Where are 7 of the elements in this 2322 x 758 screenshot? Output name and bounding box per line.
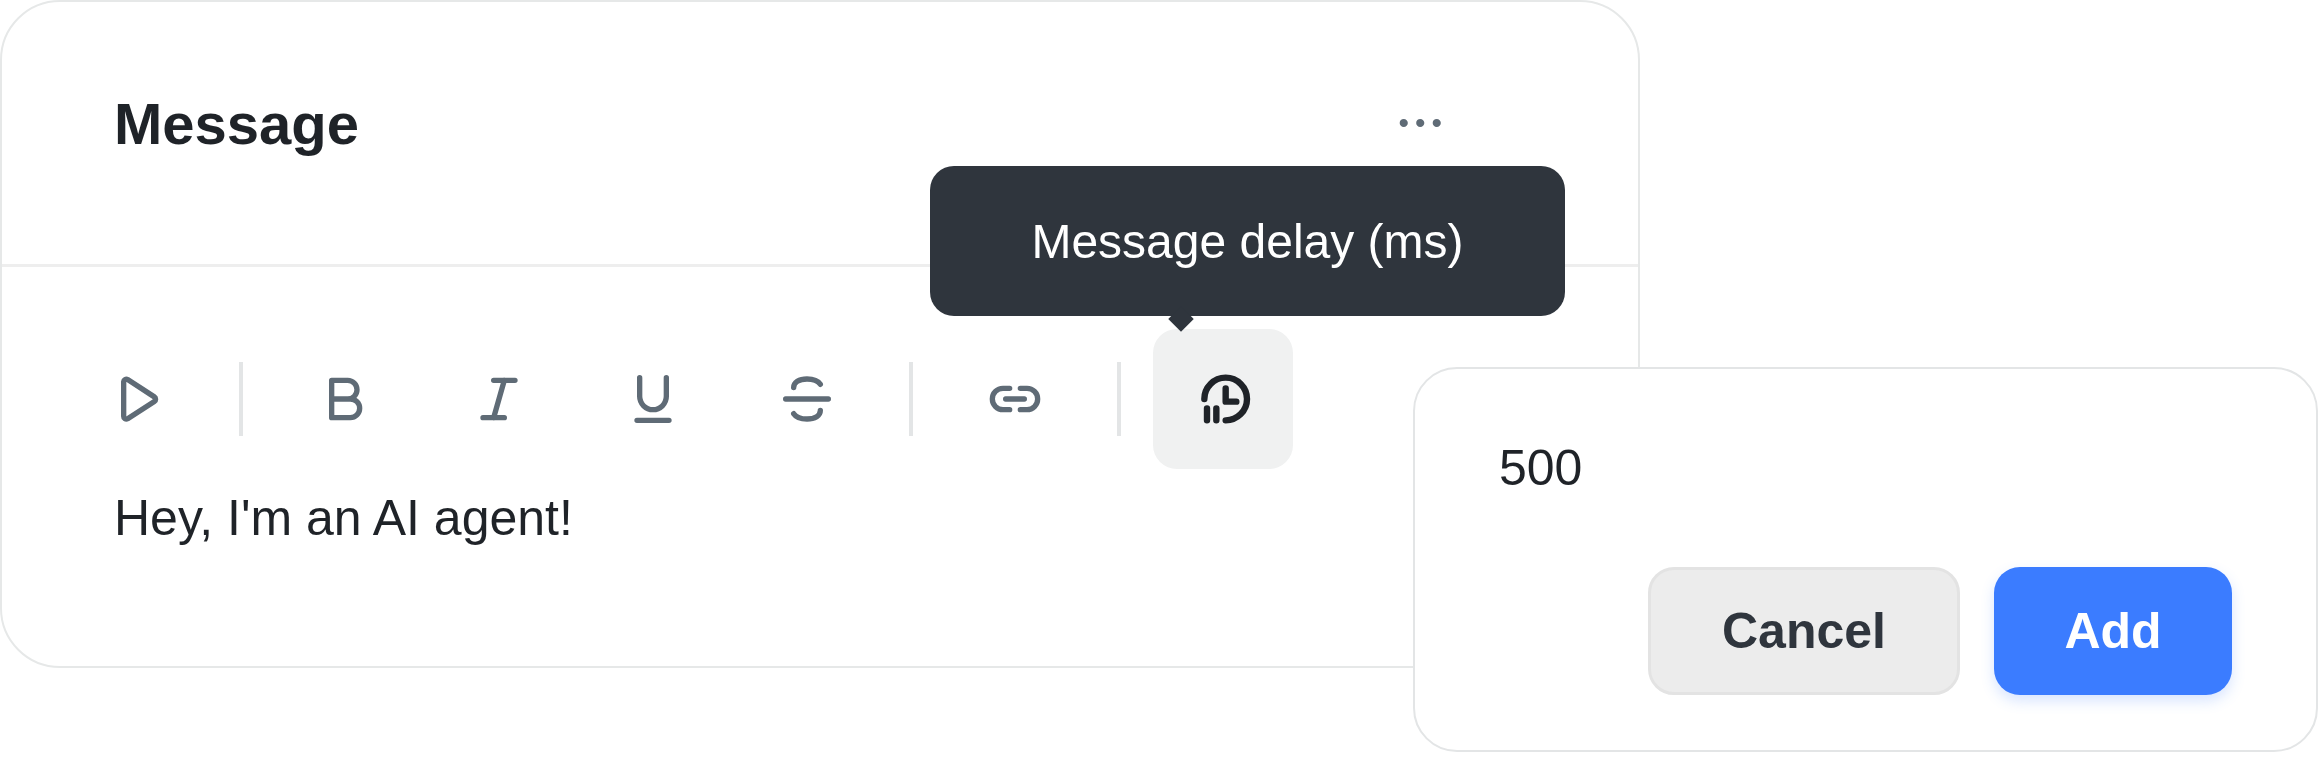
cancel-button[interactable]: Cancel xyxy=(1648,567,1960,695)
card-title: Message xyxy=(114,89,360,157)
more-button[interactable]: ••• xyxy=(1398,106,1448,140)
tooltip: Message delay (ms) xyxy=(930,166,1565,316)
delay-input[interactable]: 500 xyxy=(1499,439,1899,497)
add-button[interactable]: Add xyxy=(1994,567,2232,695)
timer-button[interactable] xyxy=(1153,329,1293,469)
